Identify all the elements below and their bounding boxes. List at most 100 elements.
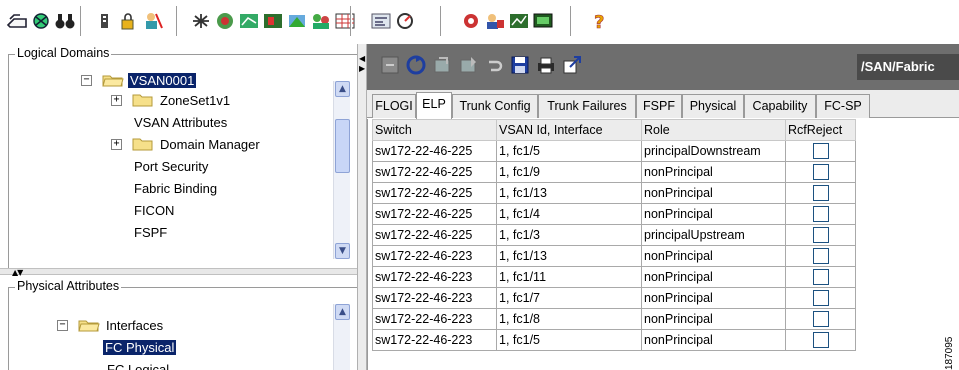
rcfreject-checkbox[interactable] (812, 227, 829, 243)
table-header-row: Switch VSAN Id, Interface Role RcfReject (372, 119, 856, 141)
list-icon[interactable] (94, 10, 116, 32)
save-icon[interactable] (509, 54, 531, 76)
tree-item-fspf[interactable]: FSPF (132, 222, 169, 242)
cell-vsan-interface: 1, fc1/7 (496, 287, 642, 309)
tree-item-interfaces[interactable]: − Interfaces (57, 315, 165, 335)
table-row[interactable]: sw172-22-46-225 1, fc1/3 principalUpstream (372, 224, 856, 246)
tree-item-port-security[interactable]: Port Security (132, 156, 210, 176)
cell-vsan-interface: 1, fc1/3 (496, 224, 642, 246)
zone-icon[interactable] (190, 10, 212, 32)
lock-icon[interactable] (118, 10, 140, 32)
table-row[interactable]: sw172-22-46-225 1, fc1/5 principalDownstre… (372, 140, 856, 162)
create-icon[interactable] (457, 54, 479, 76)
rcfreject-checkbox[interactable] (812, 164, 829, 180)
expand-icon[interactable]: + (111, 94, 122, 106)
update-icon[interactable] (405, 54, 427, 76)
fabric-icon[interactable] (286, 10, 308, 32)
chart-icon[interactable] (508, 10, 530, 32)
table-row[interactable]: sw172-22-46-225 1, fc1/13 nonPrincipal (372, 182, 856, 204)
tree-item-fc-logical[interactable]: FC Logical (105, 359, 171, 370)
scroll-up-icon[interactable]: ▲ (335, 304, 350, 320)
tree-item-vsan0001[interactable]: − VSAN0001 (81, 70, 197, 90)
cell-rcfreject (785, 329, 856, 351)
monitor-icon[interactable] (532, 10, 554, 32)
export-icon[interactable] (561, 54, 583, 76)
undo-icon[interactable] (483, 54, 505, 76)
map-icon[interactable] (262, 10, 284, 32)
refresh-icon[interactable] (379, 54, 401, 76)
table-row[interactable]: sw172-22-46-225 1, fc1/4 nonPrincipal (372, 203, 856, 225)
cell-rcfreject (785, 287, 856, 309)
tab-fspf[interactable]: FSPF (636, 94, 682, 118)
rcfreject-checkbox[interactable] (812, 185, 829, 201)
collapse-icon[interactable]: − (81, 74, 92, 86)
rcfreject-checkbox[interactable] (812, 269, 829, 285)
binoculars-icon[interactable] (54, 10, 76, 32)
physical-attributes-scrollbar[interactable]: ▲ (333, 304, 350, 370)
tree-item-ficon[interactable]: FICON (132, 200, 176, 220)
print-icon[interactable] (535, 54, 557, 76)
expand-icon[interactable]: + (111, 138, 122, 150)
tab-physical[interactable]: Physical (682, 94, 744, 118)
splitter-left-icon[interactable]: ◀ (359, 54, 365, 63)
physical-attributes-panel: Physical Attributes − Interfaces FC Phys… (8, 279, 357, 370)
tree-item-label: FC Logical (107, 361, 170, 370)
scroll-down-icon[interactable]: ▼ (335, 243, 350, 259)
users-group-icon[interactable] (484, 10, 506, 32)
scroll-thumb[interactable] (335, 119, 350, 173)
grid-icon[interactable] (334, 10, 356, 32)
tree-item-fc-physical[interactable]: FC Physical (103, 337, 177, 357)
column-header-switch[interactable]: Switch (372, 119, 497, 141)
users-icon[interactable] (310, 10, 332, 32)
table-row[interactable]: sw172-22-46-223 1, fc1/7 nonPrincipal (372, 287, 856, 309)
tree-item-fabric-binding[interactable]: Fabric Binding (132, 178, 219, 198)
tab-capability[interactable]: Capability (744, 94, 816, 118)
open-icon[interactable] (6, 10, 28, 32)
rcfreject-checkbox[interactable] (812, 332, 829, 348)
tree-item-domain-manager[interactable]: + Domain Manager (111, 134, 262, 154)
topology-icon[interactable] (214, 10, 236, 32)
cell-switch: sw172-22-46-225 (372, 140, 497, 162)
scroll-up-icon[interactable]: ▲ (335, 81, 350, 97)
discover-icon[interactable] (30, 10, 52, 32)
vertical-splitter[interactable]: ◀ ▶ (357, 44, 367, 370)
left-panel-splitter[interactable]: ▲▼ (0, 268, 357, 277)
rcfreject-checkbox[interactable] (812, 311, 829, 327)
tree-item-zoneset[interactable]: + ZoneSet1v1 (111, 90, 232, 110)
cell-role: nonPrincipal (641, 203, 786, 225)
flow-icon[interactable] (370, 10, 392, 32)
tab-trunk-config[interactable]: Trunk Config (452, 94, 538, 118)
tab-trunk-failures[interactable]: Trunk Failures (538, 94, 636, 118)
column-header-rcfreject[interactable]: RcfReject (785, 119, 856, 141)
user-icon[interactable] (142, 10, 164, 32)
help-icon[interactable]: ? (588, 10, 610, 32)
table-row[interactable]: sw172-22-46-225 1, fc1/9 nonPrincipal (372, 161, 856, 183)
toolbar-separator (570, 6, 572, 36)
apply-icon[interactable] (431, 54, 453, 76)
report-icon[interactable] (238, 10, 260, 32)
table-row[interactable]: sw172-22-46-223 1, fc1/5 nonPrincipal (372, 329, 856, 351)
table-row[interactable]: sw172-22-46-223 1, fc1/8 nonPrincipal (372, 308, 856, 330)
rcfreject-checkbox[interactable] (812, 290, 829, 306)
cell-role: nonPrincipal (641, 287, 786, 309)
tab-elp[interactable]: ELP (416, 92, 452, 119)
rcfreject-checkbox[interactable] (812, 143, 829, 159)
logical-domains-scrollbar[interactable]: ▲ ▼ (333, 81, 350, 259)
splitter-right-icon[interactable]: ▶ (359, 64, 365, 73)
tree-item-vsan-attributes[interactable]: VSAN Attributes (132, 112, 229, 132)
device-icon[interactable] (460, 10, 482, 32)
table-row[interactable]: sw172-22-46-223 1, fc1/13 nonPrincipal (372, 245, 856, 267)
tab-flogi[interactable]: FLOGI (372, 94, 416, 118)
splitter-arrows-icon[interactable]: ▲▼ (12, 268, 23, 277)
column-header-vsan-interface[interactable]: VSAN Id, Interface (496, 119, 642, 141)
cell-switch: sw172-22-46-225 (372, 161, 497, 183)
tab-fc-sp[interactable]: FC-SP (816, 94, 870, 118)
performance-icon[interactable] (394, 10, 416, 32)
rcfreject-checkbox[interactable] (812, 206, 829, 222)
table-row[interactable]: sw172-22-46-223 1, fc1/11 nonPrincipal (372, 266, 856, 288)
cell-role: nonPrincipal (641, 245, 786, 267)
rcfreject-checkbox[interactable] (812, 248, 829, 264)
column-header-role[interactable]: Role (641, 119, 786, 141)
tree-item-label: FICON (134, 202, 175, 218)
collapse-icon[interactable]: − (57, 319, 68, 331)
